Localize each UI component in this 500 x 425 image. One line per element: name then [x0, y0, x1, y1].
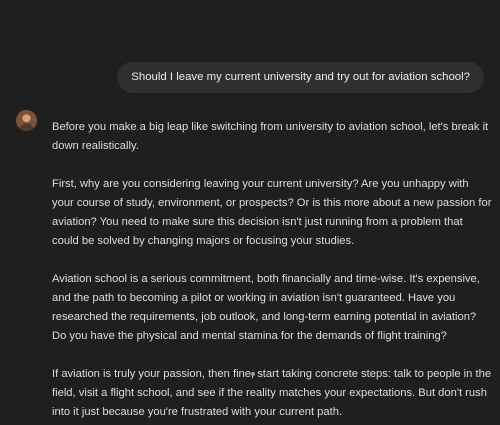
assistant-message-body: Before you make a big leap like switchin… [52, 118, 492, 422]
answer-paragraph: First, why are you considering leaving y… [52, 178, 492, 247]
answer-paragraph: If aviation is truly your passion, then … [52, 368, 492, 418]
chat-window: Should I leave my current university and… [0, 0, 500, 425]
answer-paragraph: Before you make a big leap like switchin… [52, 121, 489, 152]
answer-paragraph: Aviation school is a serious commitment,… [52, 273, 480, 342]
assistant-avatar-icon [16, 110, 37, 131]
mouse-cursor-dot [251, 372, 255, 376]
avatar-image [16, 110, 37, 131]
user-message-bubble: Should I leave my current university and… [117, 62, 484, 93]
user-message-text: Should I leave my current university and… [131, 71, 470, 83]
